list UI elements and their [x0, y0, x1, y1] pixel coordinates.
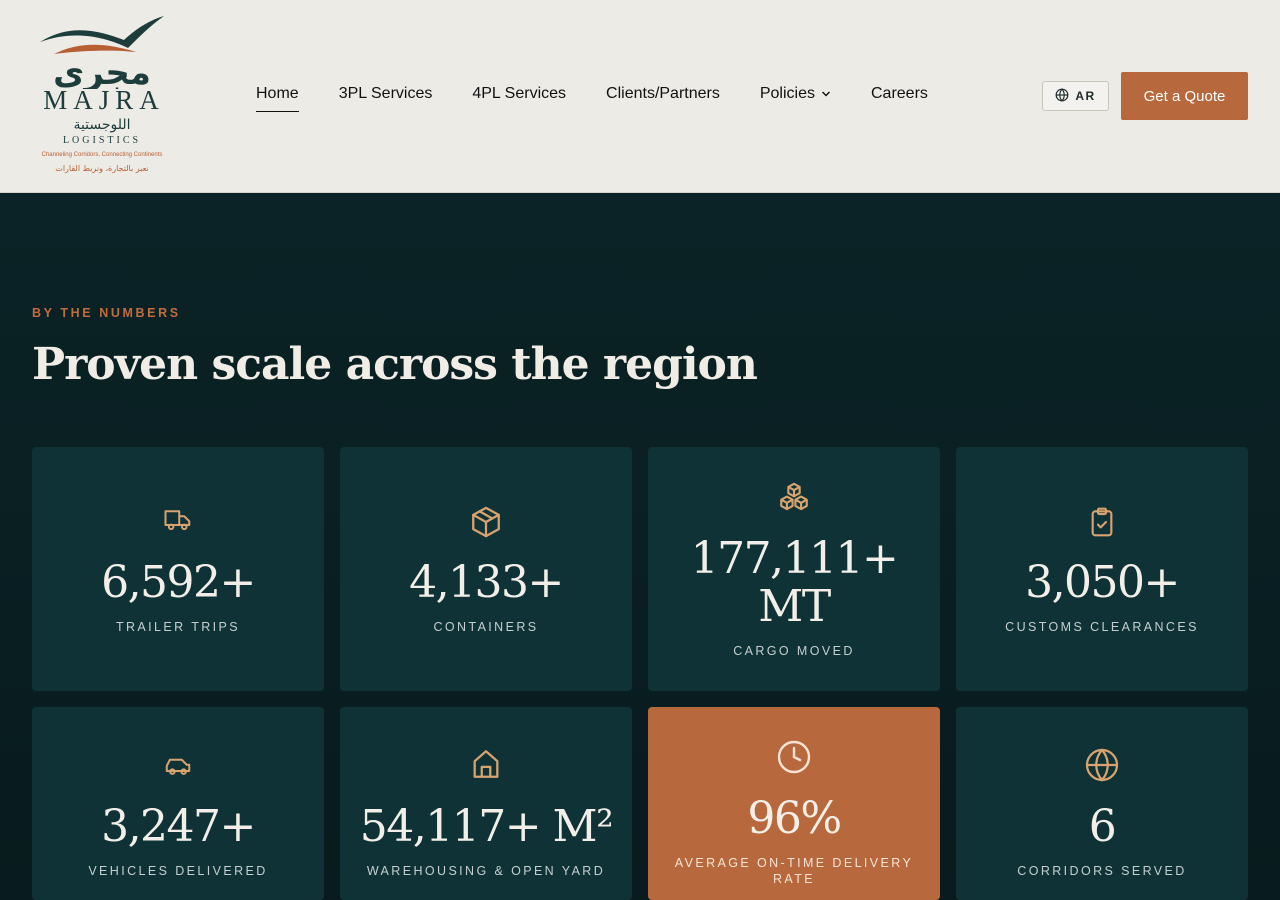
stat-card-cargo-moved: 177,111+ MT CARGO MOVED	[648, 447, 940, 691]
nav-policies-label: Policies	[759, 85, 815, 102]
car-icon	[32, 751, 324, 781]
stat-label: WAREHOUSING & OPEN YARD	[366, 864, 606, 878]
stat-label: CONTAINERS	[433, 620, 539, 634]
stat-card-corridors: 6 CORRIDORS SERVED	[956, 707, 1248, 900]
nav-home[interactable]: Home	[256, 84, 299, 112]
chevron-down-icon	[821, 84, 831, 104]
stat-value: 6	[1088, 801, 1117, 852]
nav-careers-label: Careers	[871, 85, 928, 102]
warehouse-icon	[340, 745, 632, 783]
stat-value-line2: MT	[758, 581, 831, 632]
stat-label-line2: RATE	[772, 872, 815, 886]
stat-card-trailer-trips: 6,592+ TRAILER TRIPS	[32, 447, 324, 691]
nav-policies[interactable]: Policies	[760, 84, 831, 112]
logo-arabic-name: مجرى	[53, 53, 151, 89]
nav-4pl-services[interactable]: 4PL Services	[472, 84, 566, 112]
nav-home-label: Home	[256, 85, 299, 102]
get-quote-button[interactable]: Get a Quote	[1121, 72, 1248, 120]
stats-section: BY THE NUMBERS Proven scale across the r…	[0, 193, 1280, 900]
stat-label-line1: AVERAGE ON-TIME DELIVERY	[674, 856, 914, 870]
logo-logistics: LOGISTICS	[62, 135, 142, 146]
nav-careers[interactable]: Careers	[871, 84, 928, 112]
stat-card-vehicles-delivered: 3,247+ VEHICLES DELIVERED	[32, 707, 324, 900]
nav-3pl-services[interactable]: 3PL Services	[339, 84, 433, 112]
logo-latin-name: MAJRA	[43, 85, 165, 115]
stat-label: VEHICLES DELIVERED	[88, 864, 268, 878]
stat-card-customs-clearances: 3,050+ CUSTOMS CLEARANCES	[956, 447, 1248, 691]
box-icon	[340, 505, 632, 539]
stat-card-warehousing: 54,117+ M² WAREHOUSING & OPEN YARD	[340, 707, 632, 900]
stat-value: 96%	[747, 793, 842, 844]
globe-icon	[1055, 87, 1069, 105]
boxes-icon	[648, 481, 940, 515]
stat-value: 54,117+ M²	[359, 801, 614, 852]
stat-value: 4,133+	[409, 557, 564, 608]
stat-value: 3,050+	[1025, 557, 1180, 608]
language-switch-button[interactable]: AR	[1042, 81, 1109, 111]
nav-4pl-label: 4PL Services	[472, 85, 567, 102]
logo-tagline-arabic: نعبر بالتجارة، ونربط القارات	[55, 164, 149, 173]
logo-arabic-sub: اللوجستية	[73, 117, 131, 133]
nav-3pl-label: 3PL Services	[338, 85, 433, 102]
stat-label: CORRIDORS SERVED	[1017, 864, 1187, 878]
logo-tagline: Channeling Corridors, Connecting Contine…	[41, 152, 163, 158]
stat-label: TRAILER TRIPS	[115, 620, 241, 634]
globe-icon	[956, 747, 1248, 783]
site-header: مجرى MAJRA اللوجستية LOGISTICS Channelin…	[0, 0, 1280, 193]
clipboard-check-icon	[956, 505, 1248, 539]
logo-mark: مجرى	[40, 16, 164, 89]
language-label: AR	[1075, 89, 1096, 103]
stat-label: CUSTOMS CLEARANCES	[1005, 620, 1199, 634]
nav-clients-partners[interactable]: Clients/Partners	[606, 84, 720, 112]
stat-label: CARGO MOVED	[733, 644, 855, 658]
stat-value-line1: 177,111+	[690, 533, 899, 584]
main-nav: Home 3PL Services 4PL Services Clients/P…	[256, 84, 928, 112]
stat-value: 6,592+	[101, 557, 256, 608]
majra-logo[interactable]: مجرى MAJRA اللوجستية LOGISTICS Channelin…	[32, 14, 172, 180]
nav-clients-label: Clients/Partners	[606, 85, 720, 102]
truck-icon	[32, 505, 324, 535]
clock-icon	[648, 739, 940, 775]
section-title: Proven scale across the region	[32, 339, 758, 390]
stat-value: 3,247+	[101, 801, 256, 852]
stat-card-containers: 4,133+ CONTAINERS	[340, 447, 632, 691]
stat-card-on-time-delivery: 96% AVERAGE ON-TIME DELIVERY RATE	[648, 707, 940, 900]
section-eyebrow: BY THE NUMBERS	[32, 306, 181, 320]
